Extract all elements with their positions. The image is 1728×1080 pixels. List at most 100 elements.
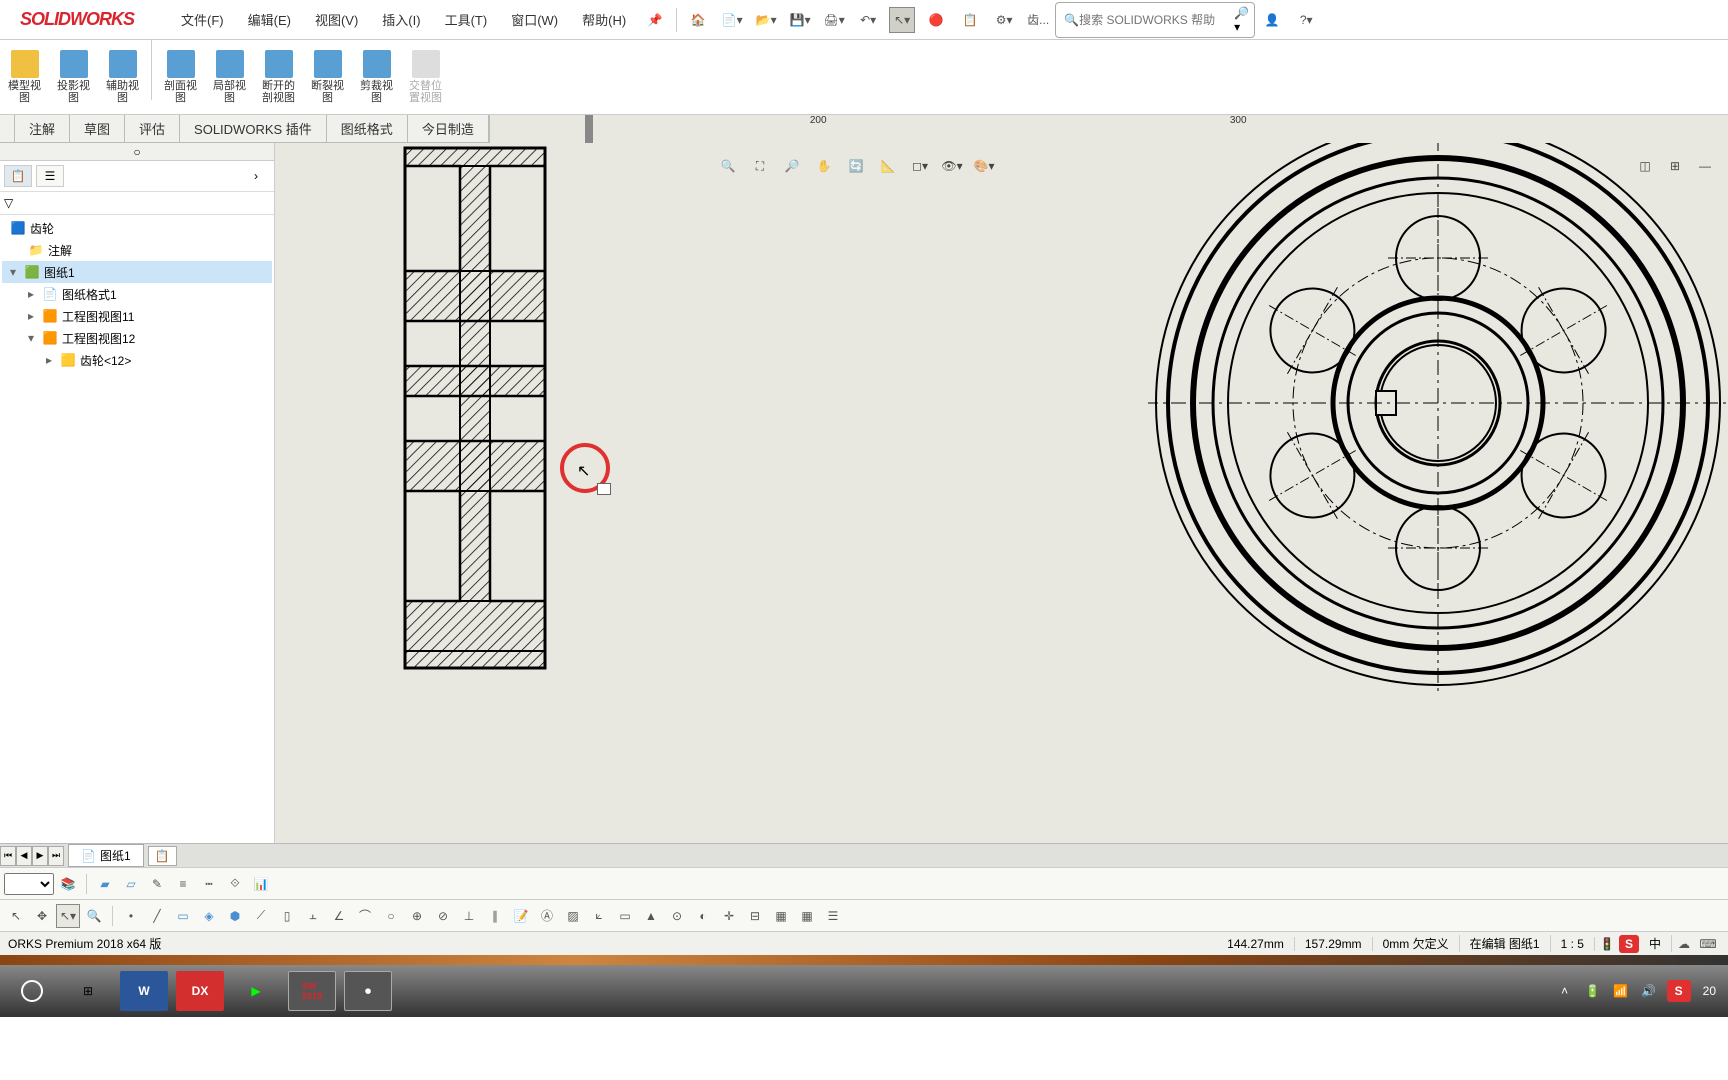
word-icon[interactable]: W <box>120 971 168 1011</box>
expand-icon[interactable]: ▸ <box>24 287 38 301</box>
line-style-icon[interactable]: ✎ <box>145 872 169 896</box>
search-dropdown-icon[interactable]: 🔎▾ <box>1234 6 1249 34</box>
line-end-icon[interactable]: ⟐ <box>223 872 247 896</box>
line-weight-icon[interactable]: ≡ <box>171 872 195 896</box>
arc-icon[interactable]: ⌒ <box>353 904 377 928</box>
media-app-icon[interactable]: ▶ <box>232 971 280 1011</box>
tree-view12[interactable]: ▾🟧工程图视图12 <box>2 327 272 349</box>
pin-icon[interactable]: 📌 <box>642 7 668 33</box>
menu-window[interactable]: 窗口(W) <box>499 10 570 29</box>
tray-up-icon[interactable]: ˄ <box>1555 971 1575 1011</box>
new-icon[interactable]: 📄▾ <box>719 7 745 33</box>
gtol-icon[interactable]: ▭ <box>613 904 637 928</box>
tree-sheet-format[interactable]: ▸📄图纸格式1 <box>2 283 272 305</box>
undo-icon[interactable]: ↶▾ <box>855 7 881 33</box>
line-color-icon[interactable]: ▰ <box>93 872 117 896</box>
dim-icon[interactable]: ⫠ <box>301 904 325 928</box>
ribbon-crop-view[interactable]: 剪裁视图 <box>352 40 401 114</box>
line-dash-icon[interactable]: ┅ <box>197 872 221 896</box>
menu-view[interactable]: 视图(V) <box>303 10 370 29</box>
face-icon[interactable]: ▯ <box>275 904 299 928</box>
select-other-icon[interactable]: ↖▾ <box>56 904 80 928</box>
cube-icon[interactable]: ◈ <box>197 904 221 928</box>
point-icon[interactable]: • <box>119 904 143 928</box>
viewport-min-icon[interactable]: — <box>1692 153 1718 179</box>
ime-indicator[interactable]: S <box>1619 935 1639 953</box>
tray-wifi-icon[interactable]: 📶 <box>1611 971 1631 1011</box>
weld-icon[interactable]: ⟀ <box>587 904 611 928</box>
save-icon[interactable]: 💾▾ <box>787 7 813 33</box>
menu-insert[interactable]: 插入(I) <box>370 10 432 29</box>
tree-sheet1[interactable]: ▾🟩图纸1 <box>2 261 272 283</box>
ribbon-auxiliary-view[interactable]: 辅助视图 <box>98 40 147 114</box>
home-icon[interactable]: 🏠 <box>685 7 711 33</box>
sheet-tab-1[interactable]: 📄图纸1 <box>68 844 144 867</box>
collapse-icon[interactable]: ▾ <box>6 265 20 279</box>
datum-icon[interactable]: ▲ <box>639 904 663 928</box>
sheet-next-icon[interactable]: ▶ <box>32 846 48 866</box>
collapse-icon[interactable]: ▾ <box>24 331 38 345</box>
tab-annotation[interactable]: 注解 <box>15 115 70 142</box>
tab-sketch[interactable]: 草图 <box>70 115 125 142</box>
panel-tab-tree[interactable]: 📋 <box>4 165 32 187</box>
recorder-icon[interactable]: ⏺ <box>344 971 392 1011</box>
search-box[interactable]: 🔍 🔎▾ <box>1055 2 1255 38</box>
ribbon-detail-view[interactable]: 局部视图 <box>205 40 254 114</box>
menu-edit[interactable]: 编辑(E) <box>236 10 303 29</box>
print-icon[interactable]: 🖨▾ <box>821 7 847 33</box>
lasso-tool-icon[interactable]: ✥ <box>30 904 54 928</box>
edge-icon[interactable]: ⟋ <box>249 904 273 928</box>
settings-icon[interactable]: ⚙▾ <box>991 7 1017 33</box>
bom-icon[interactable]: ☰ <box>821 904 845 928</box>
tab-addins[interactable]: SOLIDWORKS 插件 <box>180 115 327 142</box>
perp-icon[interactable]: ⊥ <box>457 904 481 928</box>
callout-icon[interactable]: ◐ <box>691 904 715 928</box>
line-thick-icon[interactable]: ▱ <box>119 872 143 896</box>
hatch-icon[interactable]: ▦ <box>769 904 793 928</box>
expand-icon[interactable]: ▸ <box>42 353 56 367</box>
tray-volume-icon[interactable]: 🔊 <box>1639 971 1659 1011</box>
layer-props-icon[interactable]: 📚 <box>56 872 80 896</box>
tray-battery-icon[interactable]: 🔋 <box>1583 971 1603 1011</box>
panel-grip[interactable]: ○ <box>0 143 274 161</box>
line-icon[interactable]: ╱ <box>145 904 169 928</box>
hide-show-icon[interactable]: ◻▾ <box>907 153 933 179</box>
hole-icon[interactable]: ⊙ <box>665 904 689 928</box>
center-icon[interactable]: ⊕ <box>405 904 429 928</box>
centermark-icon[interactable]: ✛ <box>717 904 741 928</box>
menu-tools[interactable]: 工具(T) <box>433 10 500 29</box>
ribbon-model-view[interactable]: 模型视图 <box>0 40 49 114</box>
gear-icon[interactable]: 齿... <box>1025 7 1051 33</box>
tray-time[interactable]: 20 <box>1695 984 1724 998</box>
ribbon-broken-out[interactable]: 断开的剖视图 <box>254 40 303 114</box>
sheet-first-icon[interactable]: ⏮ <box>0 846 16 866</box>
zoom-fit-icon[interactable]: 🔍 <box>715 153 741 179</box>
panel-tab-props[interactable]: ☰ <box>36 165 64 187</box>
tree-view11[interactable]: ▸🟧工程图视图11 <box>2 305 272 327</box>
table-icon[interactable]: ▦ <box>795 904 819 928</box>
angle-icon[interactable]: ∠ <box>327 904 351 928</box>
search-input[interactable] <box>1079 13 1234 27</box>
tangent-icon[interactable]: ⊘ <box>431 904 455 928</box>
tree-annotations[interactable]: 📁注解 <box>2 239 272 261</box>
tree-filter[interactable]: ▽ <box>0 192 274 215</box>
scene-icon[interactable]: 🎨▾ <box>971 153 997 179</box>
drawing-canvas[interactable]: ↖ 🔍 ⛶ 🔎 ✋ 🔄 📐 ◻▾ 👁▾ 🎨▾ ◫ ⊞ — <box>275 143 1728 843</box>
tab-today-mfg[interactable]: 今日制造 <box>408 115 489 142</box>
expand-icon[interactable]: ▸ <box>24 309 38 323</box>
sheet-last-icon[interactable]: ⏭ <box>48 846 64 866</box>
appearance-icon[interactable]: 👁▾ <box>939 153 965 179</box>
layer-select[interactable] <box>4 873 54 895</box>
rotate-icon[interactable]: 🔄 <box>843 153 869 179</box>
surface-icon[interactable]: ▨ <box>561 904 585 928</box>
menu-file[interactable]: 文件(F) <box>169 10 236 29</box>
viewport-single-icon[interactable]: ◫ <box>1632 153 1658 179</box>
select-icon[interactable]: ↖▾ <box>889 7 915 33</box>
menu-help[interactable]: 帮助(H) <box>570 10 638 29</box>
magnify-icon[interactable]: 🔍 <box>82 904 106 928</box>
options-icon[interactable]: 📋 <box>957 7 983 33</box>
tab-first[interactable] <box>0 115 15 142</box>
zoom-area-icon[interactable]: ⛶ <box>747 153 773 179</box>
rebuild-icon[interactable]: 🔴 <box>923 7 949 33</box>
display-icon[interactable]: 📐 <box>875 153 901 179</box>
